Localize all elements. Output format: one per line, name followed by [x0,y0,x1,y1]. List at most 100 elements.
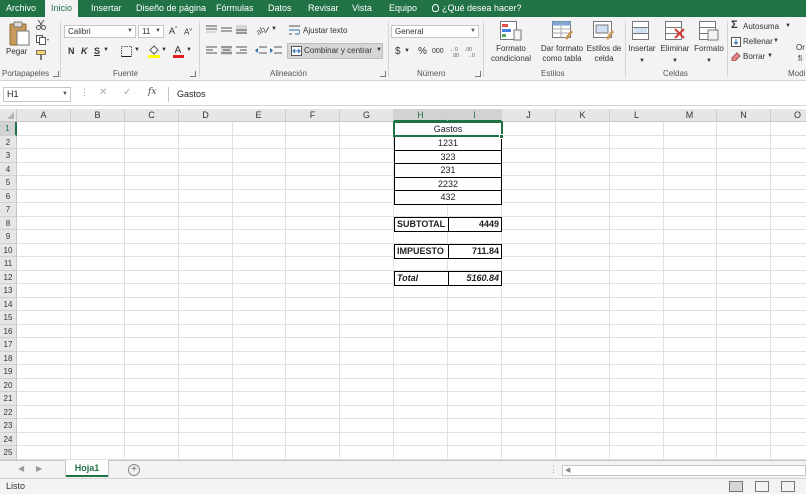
add-sheet-icon[interactable]: + [128,464,140,476]
cell-i10-tax-value[interactable]: 711.84 [448,244,502,259]
tell-me-box[interactable]: ¿Qué desea hacer? [432,0,522,17]
align-right-icon[interactable] [236,46,247,55]
italic-button[interactable]: K [81,46,88,56]
cell-h3-expense[interactable]: 323 [394,149,502,164]
clipboard-launcher-icon[interactable] [53,71,59,77]
column-header-n[interactable]: N [717,109,771,122]
sheet-tab-hoja1[interactable]: Hoja1 [66,460,108,477]
cell-h2-expense[interactable]: 1231 [394,136,502,151]
scroll-left-icon[interactable]: ◀ [565,466,570,475]
fill-down-icon[interactable] [731,37,741,47]
row-header-25[interactable]: 25 [0,446,17,460]
align-center-icon[interactable] [221,46,232,55]
row-header-7[interactable]: 7 [0,203,17,217]
cell-i8-subtotal-value[interactable]: 4449 [448,217,502,232]
number-launcher-icon[interactable] [475,71,481,77]
column-header-a[interactable]: A [17,109,71,122]
column-header-j[interactable]: J [502,109,556,122]
chevron-down-icon[interactable]: ▼ [404,48,410,54]
merge-center-button[interactable]: Combinar y centrar ▼ [287,43,383,59]
row-header-3[interactable]: 3 [0,149,17,163]
spreadsheet-grid[interactable]: ABCDEFGHIJKLMNO 1 2 3 4 5 6 7 8 9 10 11 12 13 14 15 16 1… [0,109,806,460]
chevron-down-icon[interactable]: ▼ [161,47,167,53]
tab-formulas[interactable]: Fórmulas [216,0,254,17]
font-name-select[interactable]: Calibri ▼ [64,25,136,38]
chevron-down-icon[interactable]: ▼ [134,47,140,53]
row-header-2[interactable]: 2 [0,135,17,149]
cancel-icon[interactable]: ✕ [99,87,107,98]
chevron-down-icon[interactable]: ▼ [271,26,277,32]
page-break-view-icon[interactable] [781,481,795,492]
increase-indent-icon[interactable] [270,46,282,55]
paste-label[interactable]: Pegar [6,47,27,57]
decrease-indent-icon[interactable] [255,46,267,55]
tab-split-handle-icon[interactable]: ⋮ [549,464,558,475]
row-header-22[interactable]: 22 [0,405,17,419]
cell-h8-subtotal-label[interactable]: SUBTOTAL [394,217,449,232]
align-middle-icon[interactable] [221,25,232,34]
insert-cells-button[interactable]: Insertar ▼ [626,17,658,67]
decrease-decimal-icon[interactable]: .00→0 [465,45,478,57]
row-header-9[interactable]: 9 [0,230,17,244]
tab-archivo[interactable]: Archivo [6,0,36,17]
chevron-down-icon[interactable]: ▼ [767,53,773,59]
row-header-24[interactable]: 24 [0,432,17,446]
column-header-g[interactable]: G [340,109,394,122]
column-header-c[interactable]: C [125,109,179,122]
conditional-format-button[interactable]: Formato condicional [484,17,538,69]
row-header-13[interactable]: 13 [0,284,17,298]
alignment-launcher-icon[interactable] [380,71,386,77]
thousands-button[interactable]: 000 [432,48,444,55]
tab-equipo[interactable]: Equipo [389,0,417,17]
column-header-o[interactable]: O [771,109,806,122]
row-header-10[interactable]: 10 [0,243,17,257]
tab-vista[interactable]: Vista [352,0,372,17]
formula-input[interactable]: Gastos [168,87,804,102]
chevron-down-icon[interactable]: ▼ [103,47,109,53]
align-top-icon[interactable] [206,25,217,34]
column-header-l[interactable]: L [610,109,664,122]
column-header-d[interactable]: D [179,109,233,122]
active-cell-selection[interactable] [393,121,503,137]
delete-cells-button[interactable]: Eliminar ▼ [658,17,692,67]
format-as-table-button[interactable]: Dar formato como tabla [538,17,586,69]
font-size-select[interactable]: 11 ▼ [138,25,164,38]
cell-h12-total-label[interactable]: Total [394,271,449,286]
shrink-font-icon[interactable]: Av [184,27,192,37]
sort-filter-label-1[interactable]: Or [796,43,805,52]
row-header-12[interactable]: 12 [0,270,17,284]
cell-h4-expense[interactable]: 231 [394,163,502,178]
cut-icon[interactable] [36,20,46,30]
chevron-down-icon[interactable]: ▼ [773,38,779,44]
sort-filter-label-2[interactable]: fi [798,54,802,63]
borders-icon[interactable] [121,46,133,57]
column-header-k[interactable]: K [556,109,610,122]
cell-h5-expense[interactable]: 2232 [394,176,502,191]
wrap-text-button[interactable]: Ajustar texto [303,26,347,35]
cell-h6-expense[interactable]: 432 [394,190,502,205]
format-cells-button[interactable]: Formato ▼ [692,17,726,67]
grow-font-icon[interactable]: A^ [169,26,177,36]
align-bottom-icon[interactable] [236,25,247,34]
formula-bar-grip-icon[interactable]: ⋮ [80,87,89,98]
insert-function-button[interactable]: fx [148,87,156,97]
currency-button[interactable]: $ [395,46,401,57]
autosum-button[interactable]: Autosuma [743,22,779,31]
font-launcher-icon[interactable] [190,71,196,77]
fill-button[interactable]: Rellenar [743,37,773,46]
tab-insertar[interactable]: Insertar [91,0,122,17]
column-header-m[interactable]: M [663,109,717,122]
column-header-f[interactable]: F [286,109,340,122]
clear-button[interactable]: Borrar [743,52,765,61]
orientation-icon[interactable]: ab [256,24,270,35]
bold-button[interactable]: N [68,46,75,56]
row-header-11[interactable]: 11 [0,257,17,271]
column-header-b[interactable]: B [71,109,125,122]
tab-inicio[interactable]: Inicio [45,0,79,17]
chevron-down-icon[interactable]: ▼ [186,47,192,53]
eraser-icon[interactable] [731,52,741,61]
row-header-15[interactable]: 15 [0,311,17,325]
row-header-23[interactable]: 23 [0,419,17,433]
tab-datos[interactable]: Datos [268,0,292,17]
autosum-icon[interactable]: Σ [731,19,738,31]
